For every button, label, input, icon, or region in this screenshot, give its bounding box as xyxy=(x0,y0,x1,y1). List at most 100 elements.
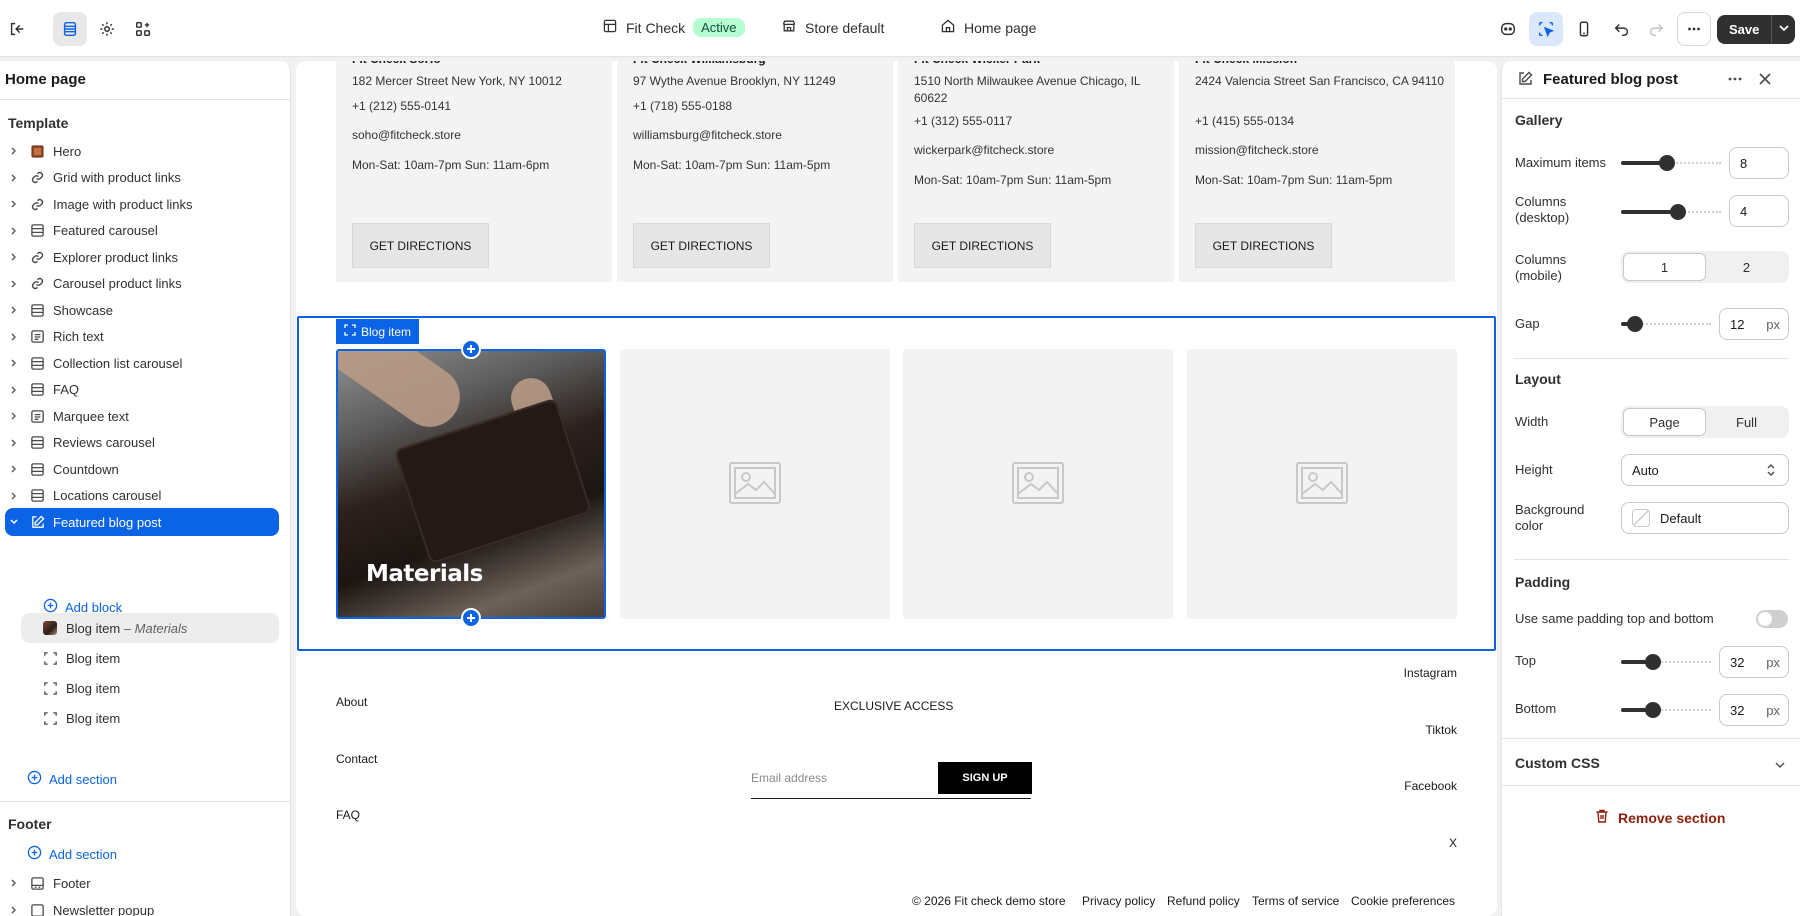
theme-selector[interactable]: Store default xyxy=(781,18,884,37)
close-icon[interactable] xyxy=(1757,71,1773,90)
social-link-instagram[interactable]: Instagram xyxy=(1404,666,1457,680)
sidebar-item-explorer-product-links[interactable]: Explorer product links xyxy=(5,243,279,271)
add-section-button[interactable]: Add section xyxy=(27,770,117,788)
more-options-icon[interactable] xyxy=(1727,71,1743,90)
chevron-right-icon[interactable] xyxy=(9,146,23,156)
signup-button[interactable]: SIGN UP xyxy=(938,762,1032,794)
gap-input[interactable]: 12 px xyxy=(1719,308,1789,340)
social-link-x[interactable]: X xyxy=(1449,836,1457,850)
blog-item-placeholder[interactable] xyxy=(620,349,890,619)
padding-bottom-input[interactable]: 32 px xyxy=(1719,694,1789,726)
slider-handle[interactable] xyxy=(1645,654,1661,670)
add-block-below-button[interactable] xyxy=(461,608,481,628)
chevron-down-icon[interactable] xyxy=(1772,757,1788,776)
sidebar-item-reviews-carousel[interactable]: Reviews carousel xyxy=(5,429,279,457)
cookie-preferences-link[interactable]: Cookie preferences xyxy=(1351,894,1455,908)
chevron-right-icon[interactable] xyxy=(9,358,23,368)
chevron-right-icon[interactable] xyxy=(9,438,23,448)
footer-link-faq[interactable]: FAQ xyxy=(336,808,360,822)
background-color-picker[interactable]: Default xyxy=(1621,502,1789,534)
sidebar-item-countdown[interactable]: Countdown xyxy=(5,455,279,483)
slider-handle[interactable] xyxy=(1659,155,1675,171)
chevron-right-icon[interactable] xyxy=(9,252,23,262)
sidebar-item-showcase[interactable]: Showcase xyxy=(5,296,279,324)
more-options-icon[interactable] xyxy=(1677,12,1711,46)
width-option-page[interactable]: Page xyxy=(1623,408,1706,436)
blog-item-placeholder[interactable] xyxy=(903,349,1173,619)
save-options-button[interactable] xyxy=(1771,15,1795,44)
save-button[interactable]: Save xyxy=(1717,15,1771,44)
chevron-right-icon[interactable] xyxy=(9,279,23,289)
footer-link-about[interactable]: About xyxy=(336,695,367,709)
columns-mobile-option-2[interactable]: 2 xyxy=(1706,253,1787,281)
sidebar-item-featured-blog-post[interactable]: Featured blog post xyxy=(5,508,279,536)
inspector-icon[interactable] xyxy=(1529,12,1563,46)
get-directions-button[interactable]: GET DIRECTIONS xyxy=(914,223,1051,268)
get-directions-button[interactable]: GET DIRECTIONS xyxy=(352,223,489,268)
sidebar-item-footer[interactable]: Footer xyxy=(5,869,279,897)
privacy-policy-link[interactable]: Privacy policy xyxy=(1082,894,1155,908)
footer-add-section-button[interactable]: Add section xyxy=(27,845,117,863)
chevron-down-icon[interactable] xyxy=(9,517,23,527)
chevron-right-icon[interactable] xyxy=(9,305,23,315)
sidebar-item-collection-list-carousel[interactable]: Collection list carousel xyxy=(5,349,279,377)
add-block-above-button[interactable] xyxy=(461,339,481,359)
page-selector[interactable]: Home page xyxy=(940,18,1036,37)
width-option-full[interactable]: Full xyxy=(1706,408,1787,436)
ai-assistant-icon[interactable] xyxy=(1491,12,1525,46)
get-directions-button[interactable]: GET DIRECTIONS xyxy=(1195,223,1332,268)
sidebar-item-hero[interactable]: Hero xyxy=(5,137,279,165)
chevron-right-icon[interactable] xyxy=(9,199,23,209)
get-directions-button[interactable]: GET DIRECTIONS xyxy=(633,223,770,268)
slider-handle[interactable] xyxy=(1670,204,1686,220)
gap-slider[interactable] xyxy=(1621,316,1711,332)
custom-css-toggle[interactable]: Custom CSS xyxy=(1515,755,1600,771)
sidebar-item-faq[interactable]: FAQ xyxy=(5,376,279,404)
chevron-right-icon[interactable] xyxy=(9,464,23,474)
padding-top-input[interactable]: 32 px xyxy=(1719,646,1789,678)
apps-icon[interactable] xyxy=(126,12,160,46)
sidebar-block-item[interactable]: Blog item xyxy=(21,703,279,733)
columns-desktop-slider[interactable] xyxy=(1621,204,1721,220)
sidebar-item-featured-carousel[interactable]: Featured carousel xyxy=(5,217,279,245)
undo-icon[interactable] xyxy=(1605,12,1639,46)
sidebar-item-marquee-text[interactable]: Marquee text xyxy=(5,402,279,430)
chevron-right-icon[interactable] xyxy=(9,491,23,501)
email-input[interactable]: Email address xyxy=(751,771,827,785)
sidebar-block-item[interactable]: Blog item xyxy=(21,673,279,703)
same-padding-toggle[interactable] xyxy=(1756,610,1788,628)
sections-icon[interactable] xyxy=(53,12,87,46)
sidebar-block-item[interactable]: Blog item – Materials xyxy=(21,613,279,643)
chevron-right-icon[interactable] xyxy=(9,385,23,395)
padding-top-slider[interactable] xyxy=(1621,654,1711,670)
sidebar-item-locations-carousel[interactable]: Locations carousel xyxy=(5,482,279,510)
sidebar-block-item[interactable]: Blog item xyxy=(21,643,279,673)
columns-desktop-input[interactable]: 4 xyxy=(1729,195,1789,227)
redo-icon[interactable] xyxy=(1639,12,1673,46)
mobile-preview-icon[interactable] xyxy=(1567,12,1601,46)
block-tab[interactable]: Blog item xyxy=(336,319,420,344)
max-items-slider[interactable] xyxy=(1621,155,1721,171)
chevron-right-icon[interactable] xyxy=(9,332,23,342)
refund-policy-link[interactable]: Refund policy xyxy=(1167,894,1240,908)
social-link-facebook[interactable]: Facebook xyxy=(1404,779,1457,793)
terms-of-service-link[interactable]: Terms of service xyxy=(1252,894,1339,908)
social-link-tiktok[interactable]: Tiktok xyxy=(1425,723,1457,737)
store-status[interactable]: Fit Check Active xyxy=(602,18,745,37)
columns-mobile-option-1[interactable]: 1 xyxy=(1623,253,1706,281)
gear-icon[interactable] xyxy=(90,12,124,46)
blog-item-card-materials[interactable]: Materials xyxy=(336,349,606,619)
sidebar-item-image-with-product-links[interactable]: Image with product links xyxy=(5,190,279,218)
slider-handle[interactable] xyxy=(1627,316,1643,332)
sidebar-item-grid-with-product-links[interactable]: Grid with product links xyxy=(5,164,279,192)
blog-item-placeholder[interactable] xyxy=(1187,349,1457,619)
padding-bottom-slider[interactable] xyxy=(1621,702,1711,718)
sidebar-item-newsletter-popup[interactable]: Newsletter popup xyxy=(5,896,279,916)
remove-section-button[interactable]: Remove section xyxy=(1594,808,1725,827)
height-select[interactable]: Auto xyxy=(1621,454,1789,486)
chevron-right-icon[interactable] xyxy=(9,173,23,183)
chevron-right-icon[interactable] xyxy=(9,226,23,236)
chevron-right-icon[interactable] xyxy=(9,411,23,421)
footer-link-contact[interactable]: Contact xyxy=(336,752,377,766)
slider-handle[interactable] xyxy=(1645,702,1661,718)
